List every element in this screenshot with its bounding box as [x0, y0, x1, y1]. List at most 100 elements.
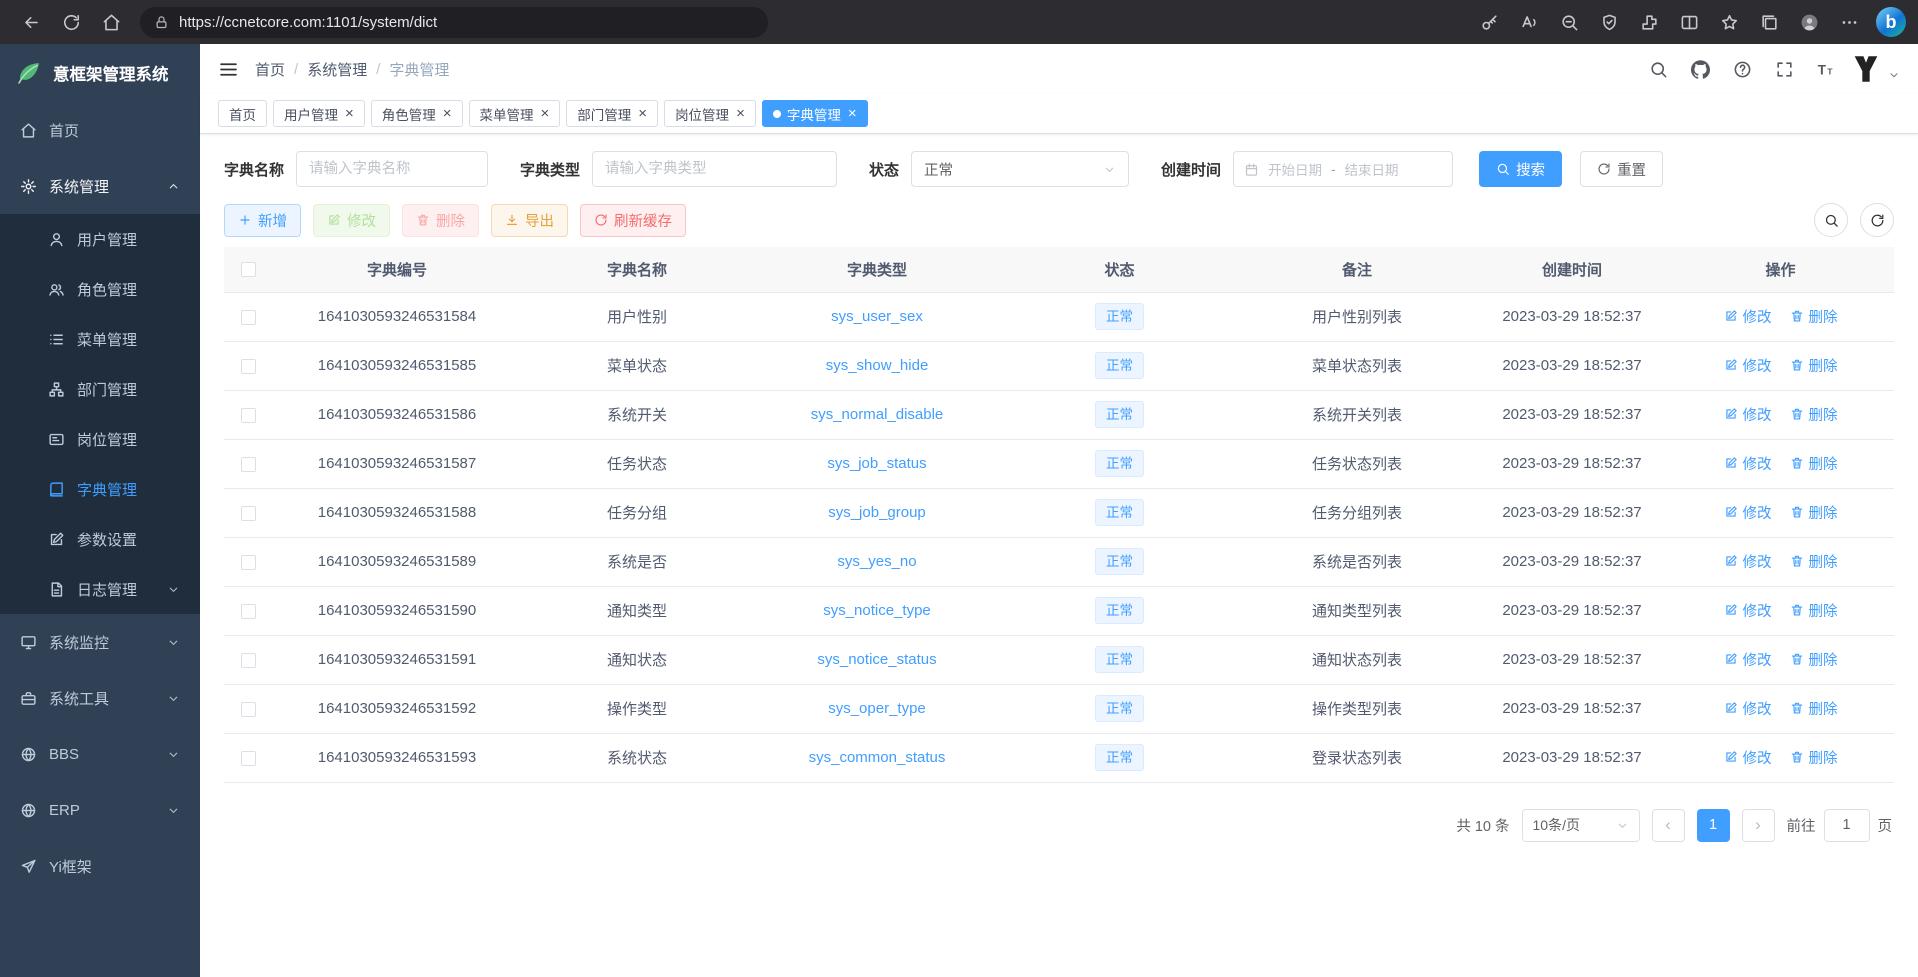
- row-edit-button[interactable]: 修改: [1724, 649, 1772, 670]
- dict-type-link[interactable]: sys_show_hide: [826, 357, 929, 374]
- github-button[interactable]: [1683, 52, 1717, 86]
- prev-page-button[interactable]: ‹: [1652, 809, 1685, 842]
- close-icon[interactable]: ×: [736, 106, 745, 121]
- question-button[interactable]: [1725, 52, 1759, 86]
- split-screen-button[interactable]: [1670, 5, 1708, 39]
- tab-部门管理[interactable]: 部门管理×: [566, 100, 658, 127]
- row-delete-button[interactable]: 删除: [1790, 453, 1838, 474]
- sidebar-item-dept[interactable]: 部门管理: [0, 364, 200, 414]
- row-checkbox[interactable]: [241, 604, 256, 619]
- row-edit-button[interactable]: 修改: [1724, 502, 1772, 523]
- sidebar-item-erp[interactable]: ERP: [0, 782, 200, 838]
- tab-首页[interactable]: 首页: [218, 100, 267, 127]
- row-checkbox[interactable]: [241, 506, 256, 521]
- export-button[interactable]: 导出: [491, 204, 568, 237]
- close-icon[interactable]: ×: [848, 106, 857, 121]
- row-checkbox[interactable]: [241, 751, 256, 766]
- sidebar-item-post[interactable]: 岗位管理: [0, 414, 200, 464]
- tab-字典管理[interactable]: 字典管理×: [762, 100, 868, 127]
- dict-type-link[interactable]: sys_common_status: [809, 749, 946, 766]
- dict-type-link[interactable]: sys_notice_status: [817, 651, 936, 668]
- app-logo[interactable]: 意框架管理系统: [0, 44, 200, 102]
- shield-check-button[interactable]: [1590, 5, 1628, 39]
- dict-type-input[interactable]: [592, 151, 837, 187]
- add-button[interactable]: 新增: [224, 204, 301, 237]
- sidebar-item-tool[interactable]: 系统工具: [0, 670, 200, 726]
- puzzle-button[interactable]: [1630, 5, 1668, 39]
- address-bar[interactable]: https://ccnetcore.com:1101/system/dict: [140, 7, 768, 38]
- tab-用户管理[interactable]: 用户管理×: [273, 100, 365, 127]
- row-edit-button[interactable]: 修改: [1724, 600, 1772, 621]
- fullscreen-button[interactable]: [1767, 52, 1801, 86]
- row-checkbox[interactable]: [241, 359, 256, 374]
- sidebar-item-system[interactable]: 系统管理: [0, 158, 200, 214]
- sidebar-item-log[interactable]: 日志管理: [0, 564, 200, 614]
- row-delete-button[interactable]: 删除: [1790, 404, 1838, 425]
- row-edit-button[interactable]: 修改: [1724, 453, 1772, 474]
- row-delete-button[interactable]: 删除: [1790, 698, 1838, 719]
- hamburger-icon[interactable]: [218, 59, 239, 80]
- profile-button[interactable]: [1790, 5, 1828, 39]
- zoom-out-button[interactable]: [1550, 5, 1588, 39]
- sidebar-item-bbs[interactable]: BBS: [0, 726, 200, 782]
- row-edit-button[interactable]: 修改: [1724, 404, 1772, 425]
- sidebar-item-param[interactable]: 参数设置: [0, 514, 200, 564]
- row-edit-button[interactable]: 修改: [1724, 747, 1772, 768]
- page-size-select[interactable]: 10条/页: [1522, 809, 1640, 842]
- close-icon[interactable]: ×: [541, 106, 550, 121]
- home-button[interactable]: [92, 5, 130, 39]
- sidebar-item-user[interactable]: 用户管理: [0, 214, 200, 264]
- more-button[interactable]: [1830, 5, 1868, 39]
- refresh-button[interactable]: [52, 5, 90, 39]
- row-delete-button[interactable]: 删除: [1790, 649, 1838, 670]
- sidebar-item-dict[interactable]: 字典管理: [0, 464, 200, 514]
- dict-type-link[interactable]: sys_notice_type: [823, 602, 931, 619]
- sidebar-item-yi[interactable]: Yi框架: [0, 838, 200, 894]
- refresh-table-button[interactable]: [1860, 203, 1894, 237]
- row-checkbox[interactable]: [241, 555, 256, 570]
- close-icon[interactable]: ×: [638, 106, 647, 121]
- font-size-button[interactable]: TT: [1809, 52, 1843, 86]
- dict-type-link[interactable]: sys_user_sex: [831, 308, 923, 325]
- row-edit-button[interactable]: 修改: [1724, 355, 1772, 376]
- row-checkbox[interactable]: [241, 310, 256, 325]
- row-edit-button[interactable]: 修改: [1724, 551, 1772, 572]
- status-select[interactable]: 正常: [911, 151, 1129, 187]
- dict-type-link[interactable]: sys_oper_type: [828, 700, 926, 717]
- copilot-icon[interactable]: b: [1876, 7, 1906, 37]
- row-edit-button[interactable]: 修改: [1724, 698, 1772, 719]
- dict-name-input[interactable]: [296, 151, 488, 187]
- row-delete-button[interactable]: 删除: [1790, 355, 1838, 376]
- row-delete-button[interactable]: 删除: [1790, 502, 1838, 523]
- reset-button[interactable]: 重置: [1580, 151, 1663, 187]
- current-page[interactable]: 1: [1697, 809, 1730, 842]
- sidebar-item-home[interactable]: 首页: [0, 102, 200, 158]
- close-icon[interactable]: ×: [345, 106, 354, 121]
- close-icon[interactable]: ×: [443, 106, 452, 121]
- row-delete-button[interactable]: 删除: [1790, 551, 1838, 572]
- dict-type-link[interactable]: sys_yes_no: [837, 553, 916, 570]
- goto-page-input[interactable]: [1824, 809, 1870, 842]
- search-button[interactable]: [1641, 52, 1675, 86]
- read-aloud-button[interactable]: [1510, 5, 1548, 39]
- delete-button[interactable]: 删除: [402, 204, 479, 237]
- breadcrumb-item-home[interactable]: 首页: [255, 59, 285, 80]
- edit-button[interactable]: 修改: [313, 204, 390, 237]
- row-delete-button[interactable]: 删除: [1790, 600, 1838, 621]
- row-checkbox[interactable]: [241, 702, 256, 717]
- row-delete-button[interactable]: 删除: [1790, 306, 1838, 327]
- row-delete-button[interactable]: 删除: [1790, 747, 1838, 768]
- dict-type-link[interactable]: sys_job_status: [827, 455, 926, 472]
- row-edit-button[interactable]: 修改: [1724, 306, 1772, 327]
- search-button[interactable]: 搜索: [1479, 151, 1562, 187]
- sidebar-item-menu[interactable]: 菜单管理: [0, 314, 200, 364]
- row-checkbox[interactable]: [241, 653, 256, 668]
- toggle-search-button[interactable]: [1814, 203, 1848, 237]
- tab-菜单管理[interactable]: 菜单管理×: [469, 100, 561, 127]
- star-button[interactable]: [1710, 5, 1748, 39]
- sidebar-item-monitor[interactable]: 系统监控: [0, 614, 200, 670]
- arrow-left-button[interactable]: [12, 5, 50, 39]
- row-checkbox[interactable]: [241, 457, 256, 472]
- sidebar-item-role[interactable]: 角色管理: [0, 264, 200, 314]
- row-checkbox[interactable]: [241, 408, 256, 423]
